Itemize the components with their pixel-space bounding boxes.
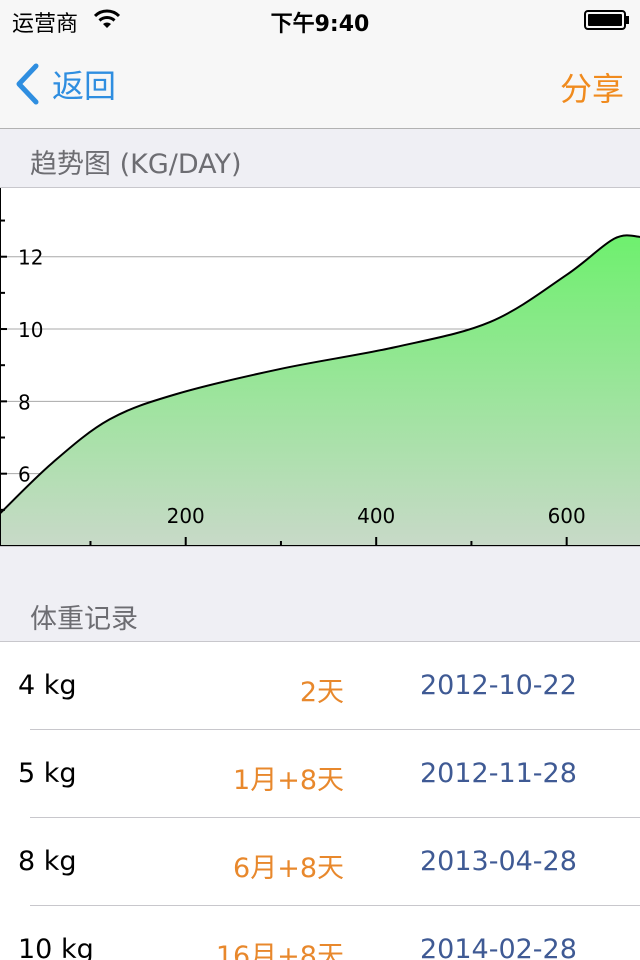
y-tick-label: 8	[18, 390, 31, 414]
record-duration: 6月+8天	[233, 853, 344, 884]
record-row[interactable]: 5 kg 1月+8天 2012-11-28	[0, 730, 640, 818]
y-tick-label: 12	[18, 246, 43, 270]
chart-area-fill	[0, 235, 640, 546]
record-date: 2014-02-28	[420, 934, 577, 960]
battery-icon	[584, 10, 629, 30]
record-weight: 4 kg	[18, 670, 77, 701]
chart-section-header: 趋势图 (KG/DAY)	[0, 129, 640, 188]
record-row[interactable]: 4 kg 2天 2012-10-22	[0, 642, 640, 730]
y-tick-label: 10	[18, 318, 43, 342]
screen: 运营商 下午9:40 返回 分享 趋势图 (KG/DAY) 6 8 10 12 …	[0, 0, 640, 960]
back-label: 返回	[52, 67, 117, 105]
status-time: 下午9:40	[270, 12, 370, 37]
trend-chart: 6 8 10 12 200 400 600	[0, 188, 640, 546]
record-duration: 16月+8天	[215, 941, 344, 960]
record-date: 2012-10-22	[420, 670, 577, 701]
records-section-header: 体重记录	[0, 546, 640, 642]
back-button[interactable]: 返回	[14, 62, 116, 106]
record-weight: 10 kg	[18, 934, 94, 960]
record-duration: 1月+8天	[233, 765, 344, 796]
record-date: 2013-04-28	[420, 846, 577, 877]
record-weight: 5 kg	[18, 758, 77, 789]
y-tick-label: 6	[18, 463, 31, 487]
chart-section-title: 趋势图 (KG/DAY)	[30, 149, 242, 180]
x-tick-label: 600	[548, 504, 586, 528]
record-date: 2012-11-28	[420, 758, 577, 789]
chevron-left-icon	[16, 63, 39, 105]
record-row[interactable]: 8 kg 6月+8天 2013-04-28	[0, 818, 640, 906]
record-row[interactable]: 10 kg 16月+8天 2014-02-28	[0, 906, 640, 960]
x-tick-label: 400	[357, 504, 395, 528]
record-duration: 2天	[299, 677, 344, 708]
x-tick-label: 200	[167, 504, 205, 528]
status-bar: 运营商 下午9:40	[0, 0, 640, 40]
records-list: 4 kg 2天 2012-10-22 5 kg 1月+8天 2012-11-28…	[0, 642, 640, 960]
trend-chart-svg: 6 8 10 12 200 400 600	[0, 188, 640, 546]
record-weight: 8 kg	[18, 846, 77, 877]
share-button[interactable]: 分享	[560, 64, 624, 110]
navigation-bar: 返回 分享	[0, 40, 640, 129]
records-section-title: 体重记录	[30, 604, 138, 635]
